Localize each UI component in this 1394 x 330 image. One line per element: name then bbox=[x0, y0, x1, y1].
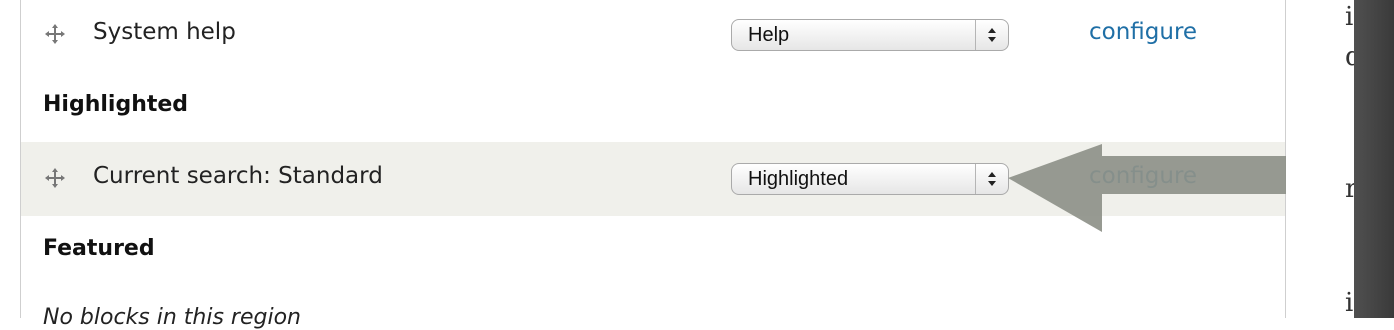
book-page-fragment: ia st dule r or ich bbox=[1286, 0, 1354, 318]
block-name: Current search: Standard bbox=[93, 163, 383, 189]
region-select[interactable]: Highlighted bbox=[731, 163, 1009, 195]
drag-handle-icon[interactable] bbox=[43, 166, 67, 190]
region-select-value: Highlighted bbox=[748, 168, 849, 190]
pointer-arrow-icon bbox=[1008, 144, 1288, 232]
book-text-line: dule bbox=[1345, 42, 1354, 72]
block-row-system-help: System help Help configure bbox=[21, 0, 1285, 72]
empty-region-row: No blocks in this region bbox=[21, 280, 1285, 330]
region-select[interactable]: Help bbox=[731, 19, 1009, 51]
select-arrows-icon bbox=[975, 20, 996, 50]
drag-handle-icon[interactable] bbox=[43, 22, 67, 46]
block-name: System help bbox=[93, 19, 236, 45]
configure-link[interactable]: configure bbox=[1089, 19, 1197, 45]
book-text-line: ich bbox=[1345, 288, 1354, 318]
region-heading: Highlighted bbox=[43, 92, 189, 117]
page-shadow-band bbox=[1354, 0, 1394, 318]
region-row-highlighted: Highlighted bbox=[21, 72, 1285, 142]
region-select-value: Help bbox=[748, 24, 790, 46]
region-heading: Featured bbox=[43, 236, 155, 261]
book-text-line: ia st bbox=[1345, 2, 1354, 32]
book-text-line: r or bbox=[1345, 174, 1354, 204]
select-arrows-icon bbox=[975, 164, 996, 194]
